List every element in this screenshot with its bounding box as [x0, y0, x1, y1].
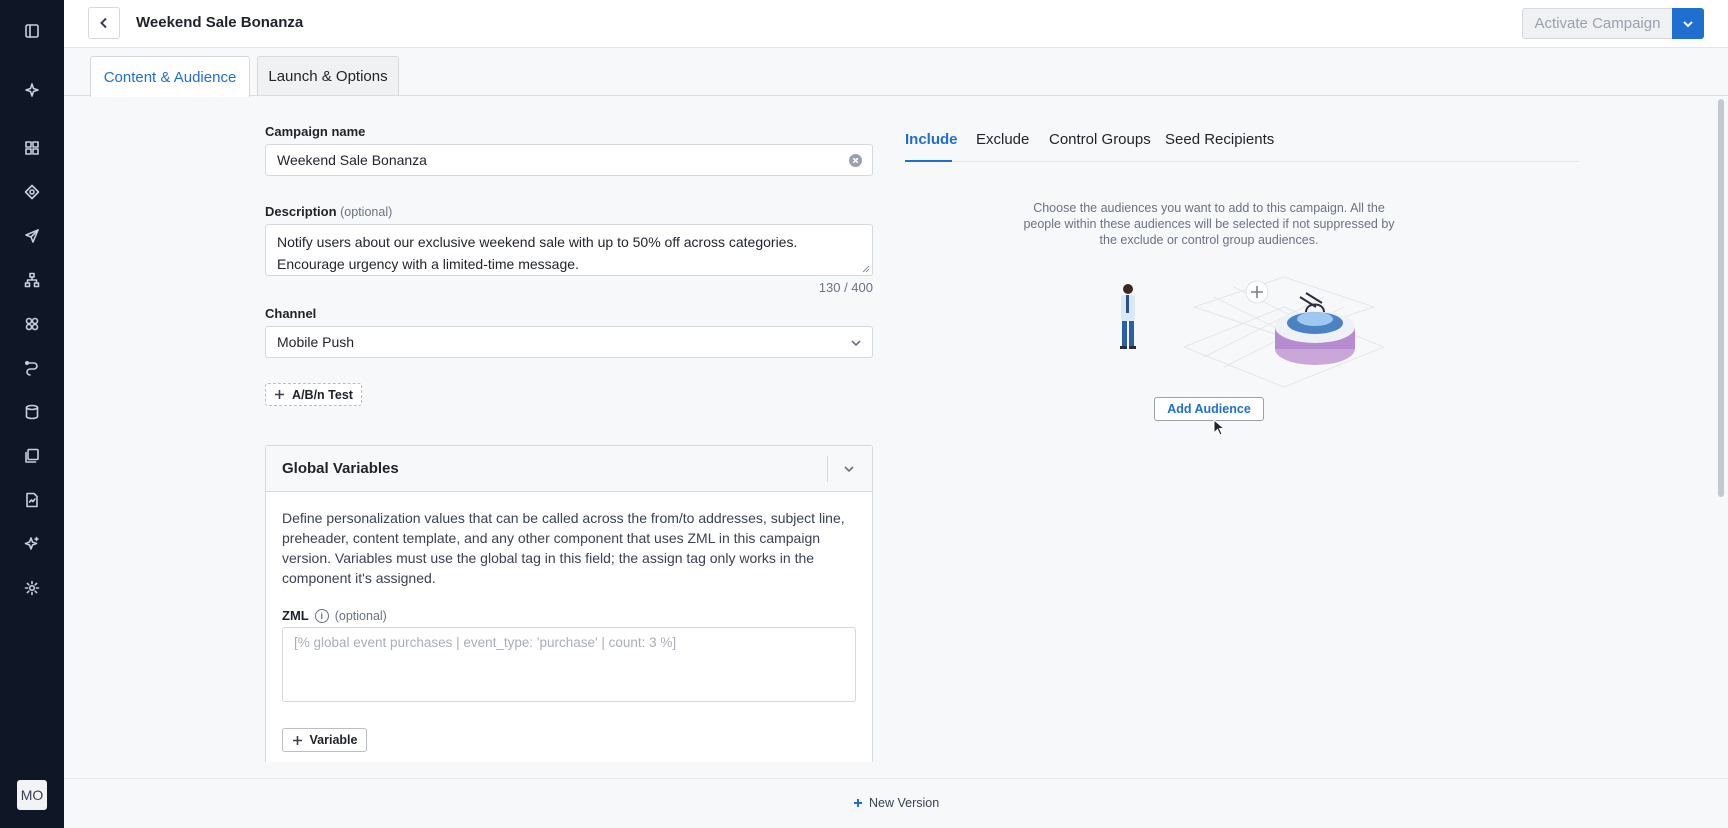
- back-button[interactable]: [88, 7, 120, 39]
- audience-illustration: [1120, 276, 1384, 388]
- audience-help-text: Choose the audiences you want to add to …: [1023, 201, 1395, 247]
- add-variable-button[interactable]: Variable: [282, 728, 367, 752]
- zml-input[interactable]: [% global event purchases | event_type: …: [282, 627, 856, 702]
- channel-value: Mobile Push: [277, 334, 355, 350]
- zml-label: ZML i (optional): [282, 608, 387, 623]
- ai-icon[interactable]: [20, 532, 44, 556]
- clear-icon[interactable]: [849, 154, 862, 167]
- database-icon[interactable]: [20, 400, 44, 424]
- dashboard-icon[interactable]: [20, 136, 44, 160]
- campaign-name-label: Campaign name: [265, 124, 366, 139]
- global-variables-panel: Global Variables Define personalization …: [265, 445, 873, 762]
- send-icon[interactable]: [20, 224, 44, 248]
- new-version-label: New Version: [869, 796, 940, 810]
- panel-toggle-icon[interactable]: [20, 19, 44, 43]
- people-icon[interactable]: [20, 312, 44, 336]
- resize-handle-icon[interactable]: [862, 265, 870, 273]
- tab-control-groups[interactable]: Control Groups: [1049, 131, 1151, 148]
- description-label-text: Description: [265, 204, 337, 219]
- tab-seed-recipients[interactable]: Seed Recipients: [1165, 131, 1274, 148]
- ab-test-button[interactable]: A/B/n Test: [265, 383, 362, 406]
- campaign-name-value: Weekend Sale Bonanza: [277, 152, 427, 168]
- collapse-chevron-icon[interactable]: [843, 462, 855, 474]
- main-tabs: Content & Audience Launch & Options: [64, 48, 1728, 97]
- plus-icon: [854, 799, 862, 807]
- optional-text: (optional): [340, 205, 393, 219]
- campaign-name-input[interactable]: Weekend Sale Bonanza: [265, 144, 873, 176]
- topbar: Weekend Sale Bonanza Activate Campaign: [64, 0, 1728, 48]
- library-icon[interactable]: [20, 444, 44, 468]
- avatar[interactable]: MO: [17, 780, 47, 810]
- audience-tabs: Include Exclude Control Groups Seed Reci…: [905, 120, 1579, 162]
- divider: [827, 456, 828, 482]
- scrollbar-thumb[interactable]: [1718, 99, 1724, 497]
- new-version-button[interactable]: New Version: [853, 796, 939, 810]
- info-icon[interactable]: i: [314, 608, 329, 623]
- character-counter: 130 / 400: [818, 280, 873, 295]
- variable-button-label: Variable: [309, 733, 358, 747]
- plus-icon: [275, 390, 285, 399]
- description-textarea[interactable]: Notify users about our exclusive weekend…: [265, 224, 873, 276]
- global-variables-description: Define personalization values that can b…: [282, 510, 845, 586]
- zml-label-text: ZML: [282, 608, 309, 623]
- ab-test-label: A/B/n Test: [292, 387, 353, 402]
- description-value: Notify users about our exclusive weekend…: [277, 234, 798, 272]
- sparkle-icon[interactable]: [20, 78, 44, 102]
- hierarchy-icon[interactable]: [20, 268, 44, 292]
- tab-launch-options[interactable]: Launch & Options: [257, 56, 399, 95]
- chevron-down-icon: [1683, 20, 1693, 27]
- description-label: Description (optional): [265, 204, 392, 219]
- journey-icon[interactable]: [20, 356, 44, 380]
- optional-text: (optional): [334, 608, 387, 623]
- tab-content-audience[interactable]: Content & Audience: [90, 56, 250, 97]
- settings-icon[interactable]: [20, 576, 44, 600]
- footer: New Version: [64, 778, 1728, 828]
- report-icon[interactable]: [20, 488, 44, 512]
- channel-select[interactable]: Mobile Push: [265, 326, 873, 358]
- target-icon[interactable]: [20, 180, 44, 204]
- main-content: Campaign name Weekend Sale Bonanza Descr…: [64, 97, 1714, 762]
- mouse-cursor-icon: [1213, 419, 1225, 436]
- tab-include[interactable]: Include: [905, 131, 958, 148]
- page-title: Weekend Sale Bonanza: [136, 14, 304, 31]
- scrollbar[interactable]: [1714, 97, 1728, 762]
- global-variables-header[interactable]: Global Variables: [266, 446, 872, 492]
- tab-exclude[interactable]: Exclude: [976, 131, 1029, 148]
- add-audience-button[interactable]: Add Audience: [1154, 397, 1264, 421]
- activate-campaign-button[interactable]: Activate Campaign: [1522, 8, 1672, 39]
- sidebar: MO: [0, 0, 64, 828]
- chevron-down-icon: [850, 336, 862, 348]
- global-variables-title: Global Variables: [282, 460, 399, 477]
- channel-label: Channel: [265, 306, 317, 321]
- activate-options-dropdown[interactable]: [1672, 8, 1704, 39]
- chevron-left-icon: [100, 17, 107, 29]
- plus-icon: [292, 735, 302, 745]
- active-tab-indicator: [905, 160, 952, 162]
